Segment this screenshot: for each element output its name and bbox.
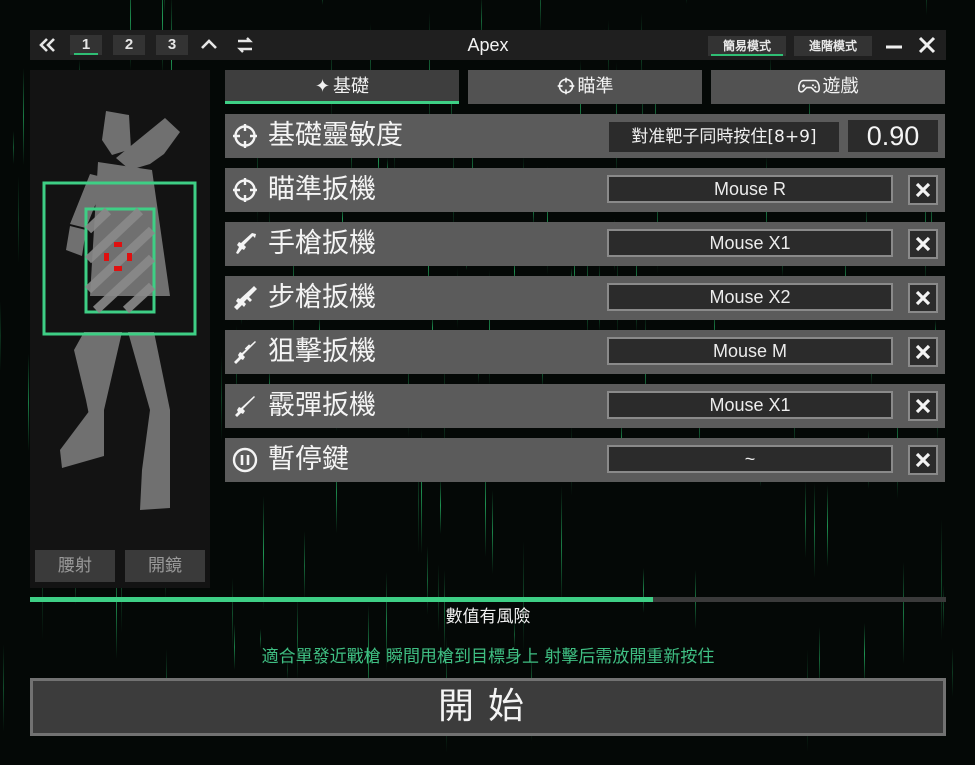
- title-bar: 1 2 3 Apex 簡易模式 進階模式: [30, 30, 946, 60]
- binding-row-rifle: 步槍扳機 Mouse X2: [225, 276, 945, 320]
- risk-progress-fill: [30, 597, 653, 602]
- body-figure-icon: [42, 111, 197, 510]
- sniper-icon: [232, 339, 258, 365]
- key-field[interactable]: Mouse X1: [607, 229, 893, 257]
- tab-aim[interactable]: 瞄準: [468, 70, 702, 104]
- hitbox-panel: [30, 70, 210, 588]
- binding-label: 霰彈扳機: [268, 390, 376, 421]
- chevron-up-icon[interactable]: [198, 34, 220, 56]
- risk-warning-text: 數值有風險: [445, 607, 531, 627]
- advanced-mode-tab[interactable]: 進階模式: [794, 36, 872, 56]
- rain-streak: [164, 0, 165, 14]
- binding-label: 暫停鍵: [268, 444, 349, 475]
- sensitivity-row: 基礎靈敏度 對准靶子同時按住[8+9] 0.90: [225, 114, 945, 158]
- hint-text: 適合單發近戰槍 瞬間甩槍到目標身上 射擊后需放開重新按住: [261, 647, 715, 667]
- key-field[interactable]: Mouse X1: [607, 391, 893, 419]
- tab-game-label: 遊戲: [822, 76, 859, 97]
- profile-tab-3[interactable]: 3: [156, 35, 188, 55]
- rain-streak: [0, 301, 1, 371]
- start-button[interactable]: 開始: [30, 678, 946, 736]
- rain-streak: [28, 354, 29, 451]
- binding-label: 手槍扳機: [268, 228, 376, 259]
- rain-streak: [3, 644, 4, 732]
- key-field[interactable]: Mouse X2: [607, 283, 893, 311]
- pause-icon: [232, 447, 258, 473]
- clear-binding-button[interactable]: [908, 391, 938, 421]
- binding-row-shotgun: 霰彈扳機 Mouse X1: [225, 384, 945, 428]
- profile-tab-1[interactable]: 1: [70, 35, 102, 55]
- target-calibrate-button[interactable]: 對准靶子同時按住[8+9]: [609, 122, 839, 152]
- rain-streak: [926, 0, 927, 15]
- tab-game[interactable]: 遊戲: [711, 70, 945, 104]
- crosshair-icon: [232, 123, 258, 149]
- binding-row-pistol: 手槍扳機 Mouse X1: [225, 222, 945, 266]
- risk-progress-bar: [30, 597, 946, 602]
- sensitivity-value[interactable]: 0.90: [848, 120, 938, 152]
- binding-label: 瞄準扳機: [268, 174, 376, 205]
- crosshair-icon: [232, 177, 258, 203]
- clear-binding-button[interactable]: [908, 337, 938, 367]
- rifle-icon: [232, 285, 258, 311]
- key-field[interactable]: ~: [607, 445, 893, 473]
- double-chevron-left-icon[interactable]: [36, 34, 60, 56]
- tab-basic-label: 基礎: [333, 76, 370, 97]
- rain-streak: [322, 0, 323, 5]
- clear-binding-button[interactable]: [908, 175, 938, 205]
- close-icon[interactable]: [916, 34, 938, 56]
- key-field[interactable]: Mouse R: [607, 175, 893, 203]
- tab-basic[interactable]: ✦ 基礎: [225, 70, 459, 104]
- key-field[interactable]: Mouse M: [607, 337, 893, 365]
- binding-row-pause: 暫停鍵 ~: [225, 438, 945, 482]
- profile-tab-2[interactable]: 2: [113, 35, 145, 55]
- rain-streak: [952, 648, 953, 697]
- gamepad-icon: [797, 70, 820, 104]
- binding-label: 步槍扳機: [268, 282, 376, 313]
- hip-fire-button[interactable]: 腰射: [35, 550, 115, 582]
- scope-button[interactable]: 開鏡: [125, 550, 205, 582]
- clear-binding-button[interactable]: [908, 445, 938, 475]
- sensitivity-label: 基礎靈敏度: [268, 120, 403, 151]
- rain-streak: [540, 0, 541, 31]
- binding-row-sniper: 狙擊扳機 Mouse M: [225, 330, 945, 374]
- rain-streak: [23, 68, 24, 165]
- binding-row-aim: 瞄準扳機 Mouse R: [225, 168, 945, 212]
- sparkle-icon: ✦: [314, 76, 331, 97]
- tab-aim-label: 瞄準: [577, 76, 614, 97]
- rain-streak: [686, 0, 687, 4]
- simple-mode-tab[interactable]: 簡易模式: [708, 36, 786, 56]
- shotgun-icon: [232, 393, 258, 419]
- rain-streak: [18, 176, 19, 263]
- clear-binding-button[interactable]: [908, 229, 938, 259]
- pistol-icon: [232, 231, 258, 257]
- crosshair-icon: [557, 70, 575, 104]
- rain-streak: [13, 131, 14, 164]
- minimize-icon[interactable]: [883, 34, 905, 56]
- swap-icon[interactable]: [234, 34, 256, 56]
- binding-label: 狙擊扳機: [268, 336, 376, 367]
- clear-binding-button[interactable]: [908, 283, 938, 313]
- app-window: 1 2 3 Apex 簡易模式 進階模式 腰射 開鏡 ✦ 基礎 瞄準 遊戲 基礎…: [30, 30, 946, 738]
